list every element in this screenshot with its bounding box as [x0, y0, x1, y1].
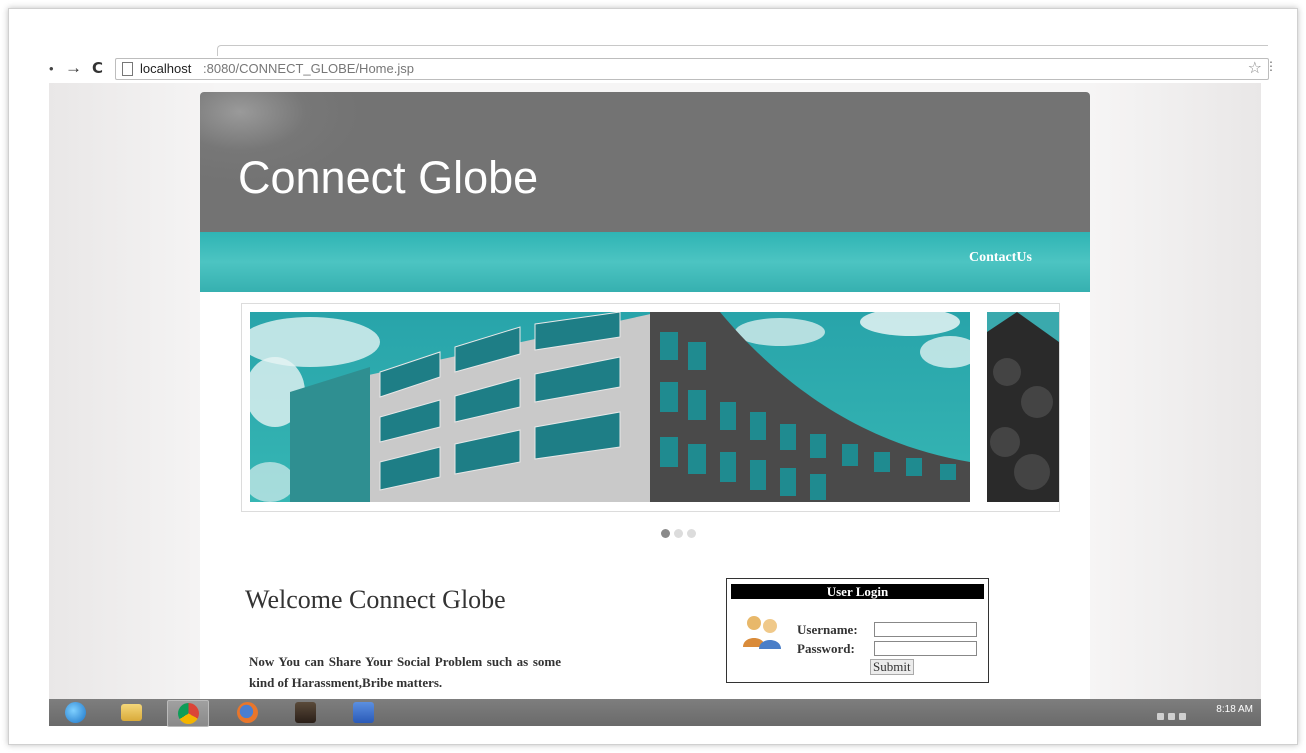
password-label: Password:: [797, 641, 855, 656]
word-icon[interactable]: [343, 700, 383, 725]
screenshot-frame: • → C localhost :8080/CONNECT_GLOBE/Home…: [8, 8, 1298, 745]
windows-taskbar: 8:18 AM: [49, 699, 1261, 727]
site-header: Connect Globe: [200, 92, 1090, 232]
intro-text: Now You can Share Your Social Problem su…: [249, 654, 561, 690]
slider-dot-2[interactable]: [674, 529, 683, 538]
slider-pagination: [661, 525, 700, 543]
chrome-icon[interactable]: [167, 700, 209, 727]
reload-icon[interactable]: C: [92, 59, 103, 77]
slide-tree-image: [987, 312, 1059, 502]
forward-icon[interactable]: →: [65, 58, 82, 78]
media-icon[interactable]: [285, 700, 325, 725]
image-slider: [241, 303, 1060, 512]
system-tray: [1157, 707, 1197, 720]
page-icon: [122, 62, 133, 76]
browser-toolbar: • → C localhost :8080/CONNECT_GLOBE/Home…: [49, 57, 1277, 81]
user-login-box: User Login Username: Password: Submit: [726, 578, 989, 683]
ie-icon[interactable]: [55, 700, 95, 725]
nav-link-contact-us[interactable]: ContactUs: [969, 250, 1032, 266]
submit-button[interactable]: Submit: [870, 659, 914, 675]
site-page: Connect Globe ContactUs Welcome Connect …: [200, 92, 1090, 703]
url-path: :8080/CONNECT_GLOBE/Home.jsp: [203, 61, 414, 76]
username-label: Username:: [797, 622, 858, 637]
username-input[interactable]: [874, 622, 977, 637]
folder-icon[interactable]: [111, 700, 151, 725]
address-bar[interactable]: localhost :8080/CONNECT_GLOBE/Home.jsp ☆: [115, 58, 1269, 80]
menu-icon[interactable]: ⋮: [1265, 59, 1277, 73]
slider-dot-1[interactable]: [661, 529, 670, 538]
slide-building-image: [250, 312, 970, 502]
tab-strip: [217, 45, 1268, 56]
url-host: localhost: [140, 61, 192, 76]
site-nav-bar: ContactUs: [200, 232, 1090, 292]
slider-dot-3[interactable]: [687, 529, 696, 538]
password-input[interactable]: [874, 641, 977, 656]
site-title: Connect Globe: [238, 152, 539, 203]
taskbar-clock: 8:18 AM: [1216, 704, 1253, 715]
back-icon[interactable]: •: [49, 61, 54, 76]
welcome-heading: Welcome Connect Globe: [245, 585, 506, 614]
firefox-icon[interactable]: [227, 700, 267, 725]
users-icon: [743, 616, 781, 649]
login-heading: User Login: [731, 584, 984, 599]
bookmark-star-icon[interactable]: ☆: [1248, 58, 1262, 77]
browser-viewport: Connect Globe ContactUs Welcome Connect …: [49, 83, 1261, 703]
